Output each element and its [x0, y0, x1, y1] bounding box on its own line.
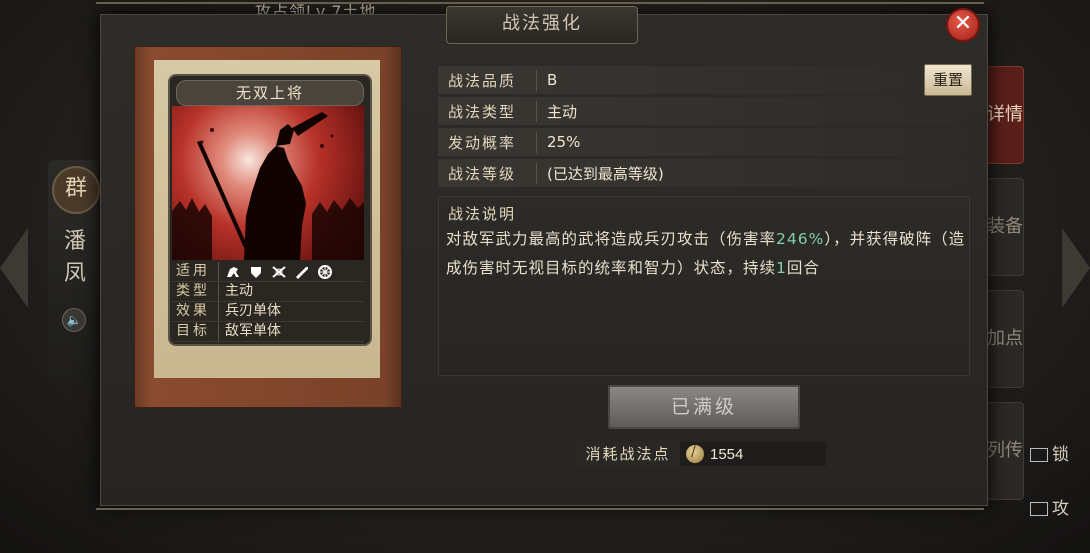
sound-icon[interactable]: 🔈 — [62, 308, 86, 332]
max-level-button[interactable]: 已满级 — [608, 385, 800, 429]
lock-icon — [1030, 448, 1048, 462]
tactic-point-icon — [686, 444, 704, 463]
right-tab-bar: 详情 装备 加点 列传 — [986, 66, 1024, 514]
cost-value: 1554 — [710, 445, 744, 463]
cost-label: 消耗战法点 — [576, 442, 680, 466]
rate-row: 发动概率 25% — [438, 128, 968, 156]
wheel-icon — [317, 264, 333, 279]
tab-details[interactable]: 详情 — [986, 66, 1024, 164]
tab-equipment[interactable]: 装备 — [986, 178, 1024, 276]
effect-row: 效果 兵刃单体 — [172, 302, 364, 322]
applicable-row: 适用 — [172, 262, 364, 282]
next-arrow-icon[interactable] — [1062, 228, 1090, 308]
tactic-name: 无双上将 — [176, 80, 364, 106]
crossed-bows-icon — [271, 265, 287, 279]
description-title: 战法说明 — [448, 205, 517, 223]
tab-points[interactable]: 加点 — [986, 290, 1024, 388]
lock-button[interactable]: 锁 — [1030, 440, 1069, 465]
description-box — [438, 196, 970, 376]
cost-bar: 消耗战法点 1554 — [576, 442, 826, 466]
strategy-button[interactable]: 攻 — [1030, 494, 1069, 519]
dialog-bottom-border — [96, 500, 984, 510]
general-name: 潘凤 — [63, 229, 86, 286]
warrior-silhouette-image — [172, 112, 364, 260]
tab-biography[interactable]: 列传 — [986, 402, 1024, 500]
quality-row: 战法品质 B — [438, 66, 968, 94]
level-row: 战法等级 (已达到最高等级) — [438, 159, 968, 187]
tactic-artwork — [172, 106, 364, 260]
book-icon — [1030, 502, 1048, 516]
description-text: 对敌军武力最高的武将造成兵刃攻击（伤害率246%），并获得破阵（造成伤害时无视目… — [446, 230, 966, 277]
type-info-row: 战法类型 主动 — [438, 97, 968, 125]
reset-button[interactable]: 重置 — [924, 64, 972, 96]
close-button[interactable]: ✕ — [946, 8, 980, 42]
dialog-title: 战法强化 — [446, 6, 638, 44]
faction-emblem: 群 — [52, 166, 100, 214]
cavalry-icon — [225, 265, 241, 279]
shield-icon — [248, 265, 264, 279]
spear-icon — [294, 265, 310, 279]
prev-arrow-icon[interactable] — [0, 228, 28, 308]
tactic-info-table: 战法品质 B 战法类型 主动 发动概率 25% 战法等级 (已达到最高等级) — [438, 66, 968, 190]
duration-value: 1 — [776, 259, 787, 277]
damage-rate-value: 246% — [776, 230, 825, 248]
target-row: 目标 敌军单体 — [172, 322, 364, 342]
type-row: 类型 主动 — [172, 282, 364, 302]
tactic-stats: 适用 类型 主动 效果 兵刃单体 目标 敌军单体 — [172, 262, 364, 342]
